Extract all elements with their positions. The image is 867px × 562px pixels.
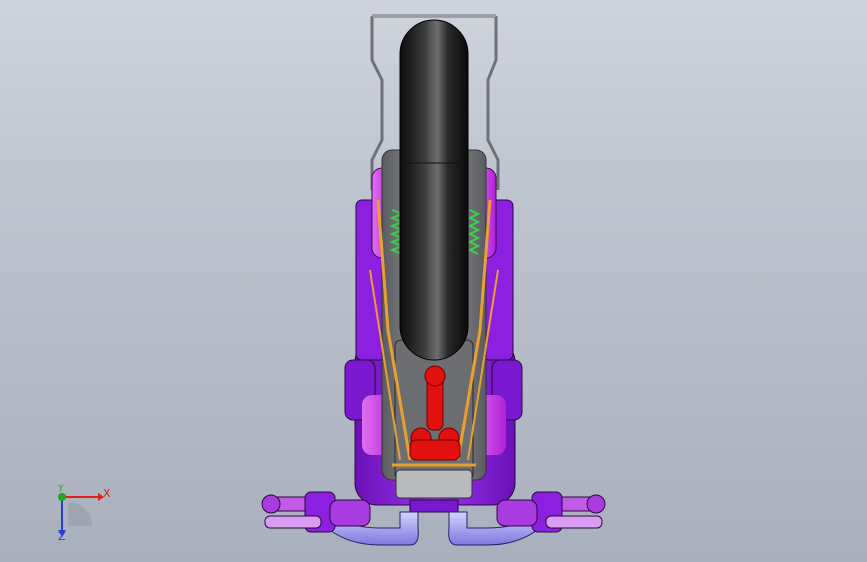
graphics-viewport[interactable]: X Y Z [0, 0, 867, 562]
z-axis-label: Z [58, 530, 66, 543]
triad-shadow [68, 502, 92, 526]
x-axis-label: X [103, 487, 111, 500]
left-handlebar [261, 491, 371, 533]
y-axis-dot [58, 493, 66, 501]
right-handlebar [496, 491, 606, 533]
y-axis-label: Y [58, 484, 64, 494]
3d-model-view[interactable] [0, 0, 867, 562]
rear-tire [399, 19, 469, 361]
bottom-housing [395, 469, 473, 513]
